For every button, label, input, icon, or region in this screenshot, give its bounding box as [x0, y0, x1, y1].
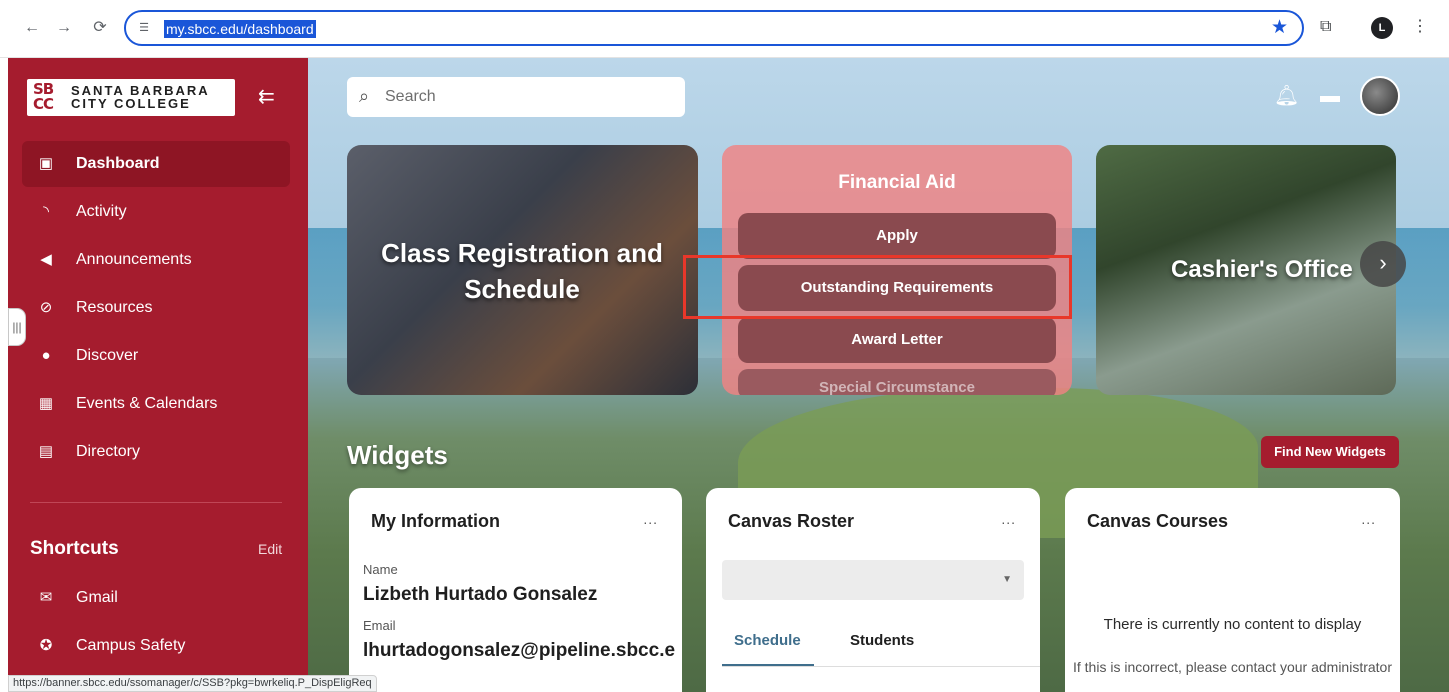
- widgets-heading: Widgets: [347, 440, 448, 470]
- shortcut-campus-safety[interactable]: ✪ Campus Safety: [22, 623, 290, 669]
- sidebar-item-directory[interactable]: ▤ Directory: [22, 429, 290, 475]
- logo-line-2: CITY COLLEGE: [71, 96, 191, 111]
- status-bar-url: https://banner.sbcc.edu/ssomanager/c/SSB…: [8, 675, 377, 692]
- site-info-icon[interactable]: ☰: [136, 20, 152, 36]
- sidebar-item-dashboard[interactable]: ▣ Dashboard: [22, 141, 290, 187]
- find-new-widgets-button[interactable]: Find New Widgets: [1261, 436, 1399, 468]
- email-value: lhurtadogonsalez@pipeline.sbcc.e: [363, 640, 676, 661]
- browser-menu-icon[interactable]: ⋮: [1412, 16, 1428, 38]
- bookmark-star-icon[interactable]: ★: [1271, 18, 1288, 38]
- profile-avatar[interactable]: L: [1371, 17, 1393, 39]
- bell-icon[interactable]: 🔔︎: [1274, 85, 1299, 107]
- sidebar-item-label: Activity: [76, 203, 127, 220]
- shortcuts-heading: Shortcuts: [30, 538, 119, 559]
- sidebar-item-label: Directory: [76, 443, 141, 460]
- user-avatar[interactable]: [1360, 76, 1400, 116]
- sidebar: SB CC SANTA BARBARA CITY COLLEGE ⇇ ▣ Dash…: [8, 58, 308, 692]
- name-label: Name: [363, 562, 398, 577]
- name-value: Lizbeth Hurtado Gonsalez: [363, 584, 598, 605]
- compass-icon: ●: [41, 347, 51, 364]
- logo-mark: SB CC: [33, 80, 54, 113]
- sidebar-item-label: Announcements: [76, 251, 192, 268]
- url-text[interactable]: my.sbcc.edu/dashboard: [164, 20, 316, 38]
- financial-aid-title: Financial Aid: [838, 172, 956, 193]
- tab-divider: [722, 666, 1040, 667]
- canvas-courses-widget: Canvas Courses ... There is currently no…: [1065, 488, 1400, 692]
- widget-more-menu[interactable]: ...: [643, 510, 658, 528]
- shortcut-label: Campus Safety: [76, 637, 186, 654]
- sidebar-item-label: Dashboard: [76, 155, 160, 172]
- widget-more-menu[interactable]: ...: [1001, 510, 1016, 528]
- widget-more-menu[interactable]: ...: [1361, 510, 1376, 528]
- tab-students[interactable]: Students: [850, 632, 914, 650]
- tab-schedule[interactable]: Schedule: [734, 632, 801, 650]
- back-icon[interactable]: ←: [22, 18, 42, 38]
- badge-icon: ✪: [39, 637, 53, 654]
- canvas-roster-widget: Canvas Roster ... ▼ Schedule Students: [706, 488, 1040, 692]
- my-information-widget: My Information ... Name Lizbeth Hurtado …: [349, 488, 682, 692]
- award-letter-button[interactable]: Award Letter: [738, 317, 1056, 363]
- calendar-star-icon: ▦: [38, 395, 54, 412]
- address-book-icon: ▤: [38, 443, 54, 460]
- email-label: Email: [363, 618, 396, 633]
- sidebar-item-announcements[interactable]: ◀ Announcements: [22, 237, 290, 283]
- browser-toolbar: ← → ⟳ ☰ my.sbcc.edu/dashboard ★ ⧉ L ⋮: [0, 0, 1449, 58]
- sbcc-logo[interactable]: SB CC SANTA BARBARA CITY COLLEGE: [27, 79, 235, 116]
- apply-button[interactable]: Apply: [738, 213, 1056, 259]
- sidebar-item-events-calendars[interactable]: ▦ Events & Calendars: [22, 381, 290, 427]
- sidebar-item-label: Discover: [76, 347, 139, 364]
- search-icon: ⌕: [359, 86, 370, 106]
- carousel-next-button[interactable]: ›: [1360, 241, 1406, 287]
- drag-handle[interactable]: |||: [8, 308, 26, 346]
- forward-icon[interactable]: →: [54, 18, 74, 38]
- sidebar-item-resources[interactable]: ⊘ Resources: [22, 285, 290, 331]
- shortcut-gmail[interactable]: ✉ Gmail: [22, 575, 290, 621]
- cashiers-office-title: Cashier's Office: [1171, 256, 1353, 283]
- active-tab-indicator: [722, 664, 814, 666]
- reload-icon[interactable]: ⟳: [90, 18, 110, 38]
- course-select[interactable]: ▼: [722, 560, 1024, 600]
- empty-message: There is currently no content to display: [1103, 616, 1362, 633]
- sidebar-item-activity[interactable]: ◝ Activity: [22, 189, 290, 235]
- chat-icon[interactable]: ▬: [1320, 85, 1340, 107]
- class-registration-title: Class Registration and Schedule: [381, 238, 663, 304]
- address-bar[interactable]: ☰ my.sbcc.edu/dashboard ★: [124, 10, 1304, 46]
- megaphone-icon: ◀: [40, 251, 52, 268]
- extensions-icon[interactable]: ⧉: [1320, 16, 1331, 38]
- shortcut-label: Gmail: [76, 589, 118, 606]
- sidebar-item-label: Events & Calendars: [76, 395, 218, 412]
- chevron-down-icon: ▼: [1002, 574, 1012, 585]
- search-box[interactable]: ⌕: [347, 77, 685, 117]
- cashiers-office-card[interactable]: Cashier's Office: [1096, 145, 1396, 395]
- highlight-box: [683, 255, 1072, 319]
- class-registration-card[interactable]: Class Registration and Schedule: [347, 145, 698, 395]
- widget-title: Canvas Roster: [728, 511, 855, 531]
- rss-icon: ◝: [43, 203, 49, 220]
- special-circumstance-button[interactable]: Special Circumstance: [738, 369, 1056, 395]
- search-input[interactable]: [385, 85, 665, 109]
- widget-title: Canvas Courses: [1087, 511, 1229, 531]
- sidebar-divider: [30, 502, 282, 503]
- mail-icon: ✉: [39, 589, 53, 606]
- logo-text: SANTA BARBARA CITY COLLEGE: [71, 84, 210, 110]
- collapse-sidebar-icon[interactable]: ⇇: [258, 86, 275, 108]
- empty-sub-message: If this is incorrect, please contact you…: [1072, 659, 1393, 675]
- monitor-icon: ▣: [38, 155, 54, 172]
- widget-title: My Information: [371, 511, 500, 531]
- paperclip-icon: ⊘: [39, 299, 53, 316]
- main-content: ⌕ 🔔︎ ▬ Class Registration and Schedule F…: [308, 58, 1449, 692]
- sidebar-item-discover[interactable]: ● Discover: [22, 333, 290, 379]
- sidebar-item-label: Resources: [76, 299, 153, 316]
- shortcuts-edit-link[interactable]: Edit: [258, 540, 282, 558]
